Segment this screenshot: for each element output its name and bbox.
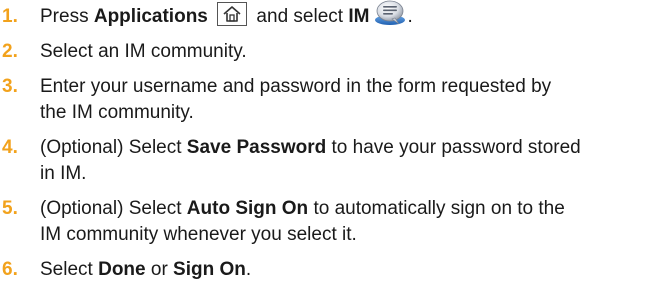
step-5: 5. (Optional) Select Auto Sign On to aut…: [0, 196, 646, 248]
step-text: (Optional) Select: [40, 198, 187, 219]
step-text: to have your password stored: [326, 137, 581, 158]
step-text: or: [145, 259, 174, 280]
sign-on-label: Sign On: [173, 259, 246, 280]
step-text: to automatically sign on to the: [308, 198, 565, 219]
im-app-icon: [373, 0, 407, 26]
step-number: 4.: [2, 137, 18, 158]
step-number: 5.: [2, 198, 18, 219]
step-text: and select: [251, 6, 349, 27]
step-text: Select: [40, 259, 99, 280]
step-text: Press: [40, 6, 94, 27]
step-number: 1.: [2, 6, 18, 27]
step-number: 3.: [2, 76, 18, 97]
step-text: .: [245, 259, 252, 280]
step-number: 6.: [2, 259, 18, 280]
step-text: (Optional) Select: [40, 137, 187, 158]
step-number: 2.: [2, 41, 18, 62]
step-2: 2. Select an IM community.: [0, 39, 646, 65]
auto-sign-on-label: Auto Sign On: [186, 198, 309, 219]
save-password-label: Save Password: [186, 137, 327, 158]
home-key-icon: [217, 1, 248, 26]
done-label: Done: [98, 259, 146, 280]
step-text: .: [407, 6, 413, 27]
applications-key-label: Applications: [93, 6, 208, 27]
im-label: IM: [348, 6, 370, 27]
step-text: Select an IM community.: [40, 41, 247, 62]
step-text-line-2: the IM community.: [40, 102, 194, 123]
step-text-line-2: IM community whenever you select it.: [40, 224, 357, 245]
step-1: 1. Press Applications and select IM .: [0, 0, 646, 30]
step-4: 4. (Optional) Select Save Password to ha…: [0, 135, 646, 187]
step-text-line-2: in IM.: [40, 163, 87, 184]
step-3: 3. Enter your username and password in t…: [0, 74, 646, 126]
step-6: 6. Select Done or Sign On.: [0, 257, 646, 283]
step-text-line-1: Enter your username and password in the …: [40, 76, 552, 97]
instruction-steps: 1. Press Applications and select IM . 2.…: [0, 0, 646, 283]
